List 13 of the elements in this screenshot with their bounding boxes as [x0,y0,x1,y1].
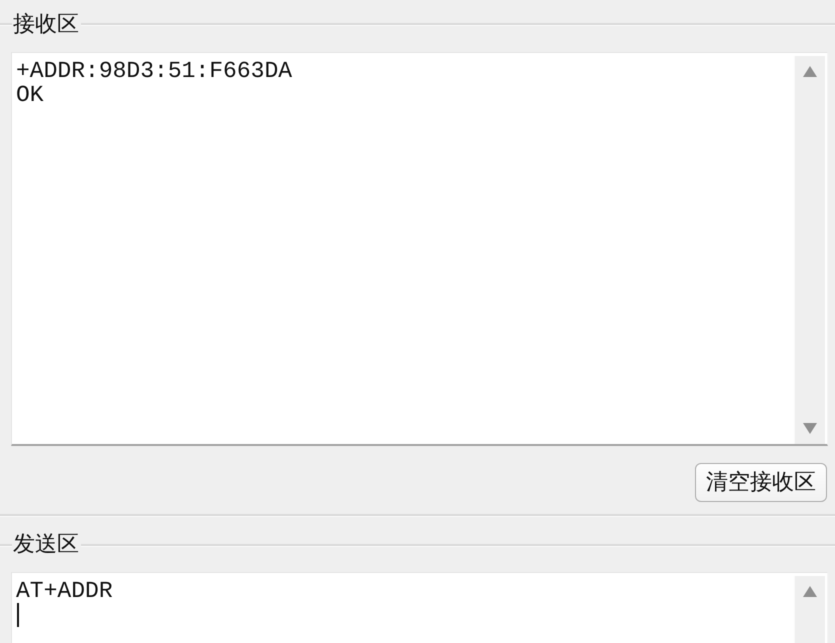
clear-receive-button[interactable]: 清空接收区 [695,462,827,502]
send-text-area[interactable]: AT+ADDR [11,572,828,643]
group-title: 发送区 [12,531,80,560]
received-line: +ADDR:98D3:51:F663DA [16,58,292,83]
scrollbar[interactable] [794,576,825,643]
scroll-down-arrow-icon[interactable] [803,422,817,434]
received-line: OK [16,82,44,107]
scrollbar[interactable] [794,56,825,444]
scroll-up-arrow-icon[interactable] [803,586,817,598]
group-title: 接收区 [12,10,80,39]
scroll-up-arrow-icon[interactable] [803,66,817,77]
typed-text: AT+ADDR [16,579,113,604]
receive-text-area[interactable]: +ADDR:98D3:51:F663DA OK [11,52,828,446]
